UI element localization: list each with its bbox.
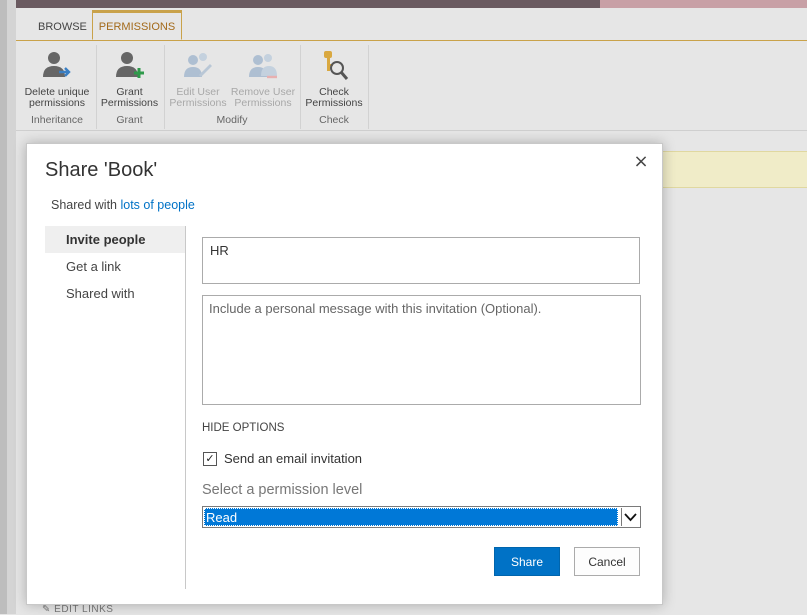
nav-get-a-link[interactable]: Get a link — [45, 253, 185, 280]
message-placeholder: Include a personal message with this inv… — [209, 301, 542, 316]
users-remove-icon — [247, 49, 279, 81]
delete-unique-label-2: permissions — [28, 97, 86, 109]
permission-level-select[interactable]: Read — [202, 506, 641, 528]
user-delete-icon — [41, 49, 73, 81]
header-banner-accent — [600, 0, 807, 8]
group-separator — [96, 45, 97, 129]
group-separator — [300, 45, 301, 129]
edit-user-label-2: Permissions — [169, 97, 227, 109]
delete-unique-permissions-button[interactable]: Delete unique permissions — [19, 49, 95, 109]
dialog-title: Share 'Book' — [45, 159, 158, 181]
edit-links[interactable]: ✎ EDIT LINKS — [42, 604, 113, 615]
left-gutter — [7, 0, 16, 614]
edit-links-label: EDIT LINKS — [54, 604, 114, 615]
status-notice-bar — [660, 151, 807, 188]
ribbon-tab-row: BROWSE PERMISSIONS — [16, 8, 807, 41]
group-label-modify: Modify — [216, 114, 248, 126]
group-label-check: Check — [319, 114, 349, 126]
permission-level-value: Read — [204, 508, 618, 526]
tab-browse[interactable]: BROWSE — [38, 12, 87, 40]
nav-shared-with[interactable]: Shared with — [45, 280, 185, 307]
group-label-grant: Grant — [116, 114, 143, 126]
check-label-2: Permissions — [305, 97, 363, 109]
close-icon[interactable]: × — [633, 153, 649, 171]
send-email-checkbox[interactable]: ✓ — [203, 452, 217, 466]
check-permissions-button[interactable]: Check Permissions — [303, 49, 365, 109]
user-edit-icon — [182, 49, 214, 81]
pencil-icon: ✎ — [42, 604, 51, 615]
group-separator — [164, 45, 165, 129]
group-separator — [368, 45, 369, 129]
key-search-icon — [318, 49, 350, 81]
lots-of-people-link[interactable]: lots of people — [120, 198, 194, 212]
left-edge — [0, 0, 7, 614]
invite-people-input[interactable]: HR — [202, 237, 640, 284]
share-dialog: Share 'Book' × Shared with lots of peopl… — [26, 143, 663, 605]
user-add-icon — [114, 49, 146, 81]
tab-permissions[interactable]: PERMISSIONS — [92, 10, 182, 40]
grant-label-2: Permissions — [100, 97, 159, 109]
send-email-label: Send an email invitation — [224, 451, 363, 466]
shared-with-prefix: Shared with — [51, 198, 121, 212]
grant-permissions-button[interactable]: Grant Permissions — [98, 49, 161, 109]
nav-invite-people[interactable]: Invite people — [45, 226, 185, 253]
hide-options-link[interactable]: HIDE OPTIONS — [202, 422, 284, 434]
edit-user-permissions-button[interactable]: Edit User Permissions — [167, 49, 229, 109]
remove-user-label-2: Permissions — [234, 97, 292, 109]
invite-value: HR — [210, 243, 229, 258]
shared-with-summary: Shared with lots of people — [51, 198, 195, 212]
share-button[interactable]: Share — [494, 547, 560, 576]
chevron-down-icon — [621, 508, 639, 526]
permission-level-label: Select a permission level — [202, 482, 363, 498]
remove-user-permissions-button[interactable]: Remove User Permissions — [229, 49, 297, 109]
personal-message-textarea[interactable]: Include a personal message with this inv… — [202, 295, 641, 405]
share-nav: Invite people Get a link Shared with — [45, 226, 185, 307]
nav-divider — [185, 226, 186, 589]
ribbon: Delete unique permissions Grant Permissi… — [16, 41, 807, 131]
group-label-inheritance: Inheritance — [31, 114, 83, 126]
cancel-button[interactable]: Cancel — [574, 547, 640, 576]
